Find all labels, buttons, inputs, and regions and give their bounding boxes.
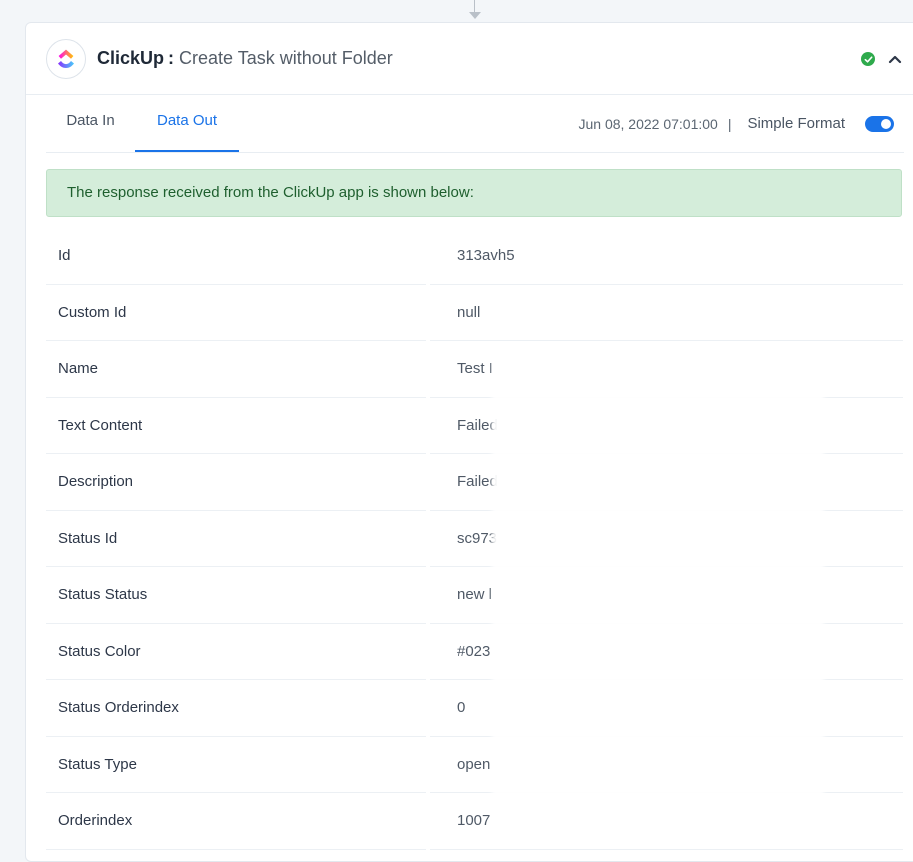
simple-format-label: Simple Format <box>747 115 845 132</box>
field-key: Status Id <box>46 511 426 567</box>
field-key: Status Type <box>46 737 426 793</box>
field-value: 313avh5 <box>430 228 903 285</box>
response-meta: Jun 08, 2022 07:01:00 | Simple Format <box>578 95 894 152</box>
response-alert: The response received from the ClickUp a… <box>46 169 902 217</box>
toggle-knob <box>881 118 891 129</box>
field-key: Description <box>46 454 426 511</box>
field-key: Name <box>46 341 426 398</box>
tabs-bar: Data In Data Out Jun 08, 2022 07:01:00 |… <box>46 95 904 153</box>
field-key: Orderindex <box>46 793 426 850</box>
field-key: Status Status <box>46 567 426 624</box>
field-key: Id <box>46 228 426 285</box>
tab-data-in[interactable]: Data In <box>46 95 135 152</box>
table-row: Id 313avh5 <box>46 228 903 285</box>
simple-format-toggle[interactable] <box>865 115 894 132</box>
chevron-up-icon[interactable] <box>888 51 902 69</box>
flow-connector-arrow-icon <box>469 12 481 19</box>
check-circle-icon <box>861 52 875 66</box>
field-key: Status Orderindex <box>46 680 426 737</box>
tab-data-out[interactable]: Data Out <box>135 95 239 152</box>
response-timestamp: Jun 08, 2022 07:01:00 <box>578 115 718 132</box>
app-name: ClickUp <box>97 48 165 68</box>
title-separator: : <box>168 48 175 68</box>
clickup-logo-icon <box>46 38 86 79</box>
field-key: Custom Id <box>46 285 426 341</box>
step-header[interactable]: ClickUp: Create Task without Folder <box>26 23 913 95</box>
field-key: Status Color <box>46 624 426 680</box>
field-key: Text Content <box>46 398 426 454</box>
action-title: Create Task without Folder <box>179 48 393 68</box>
table-row: Custom Id null <box>46 285 903 341</box>
step-title: ClickUp: Create Task without Folder <box>97 48 393 69</box>
field-value: null <box>430 285 903 341</box>
meta-divider: | <box>727 115 732 132</box>
redaction-blur <box>492 352 824 842</box>
